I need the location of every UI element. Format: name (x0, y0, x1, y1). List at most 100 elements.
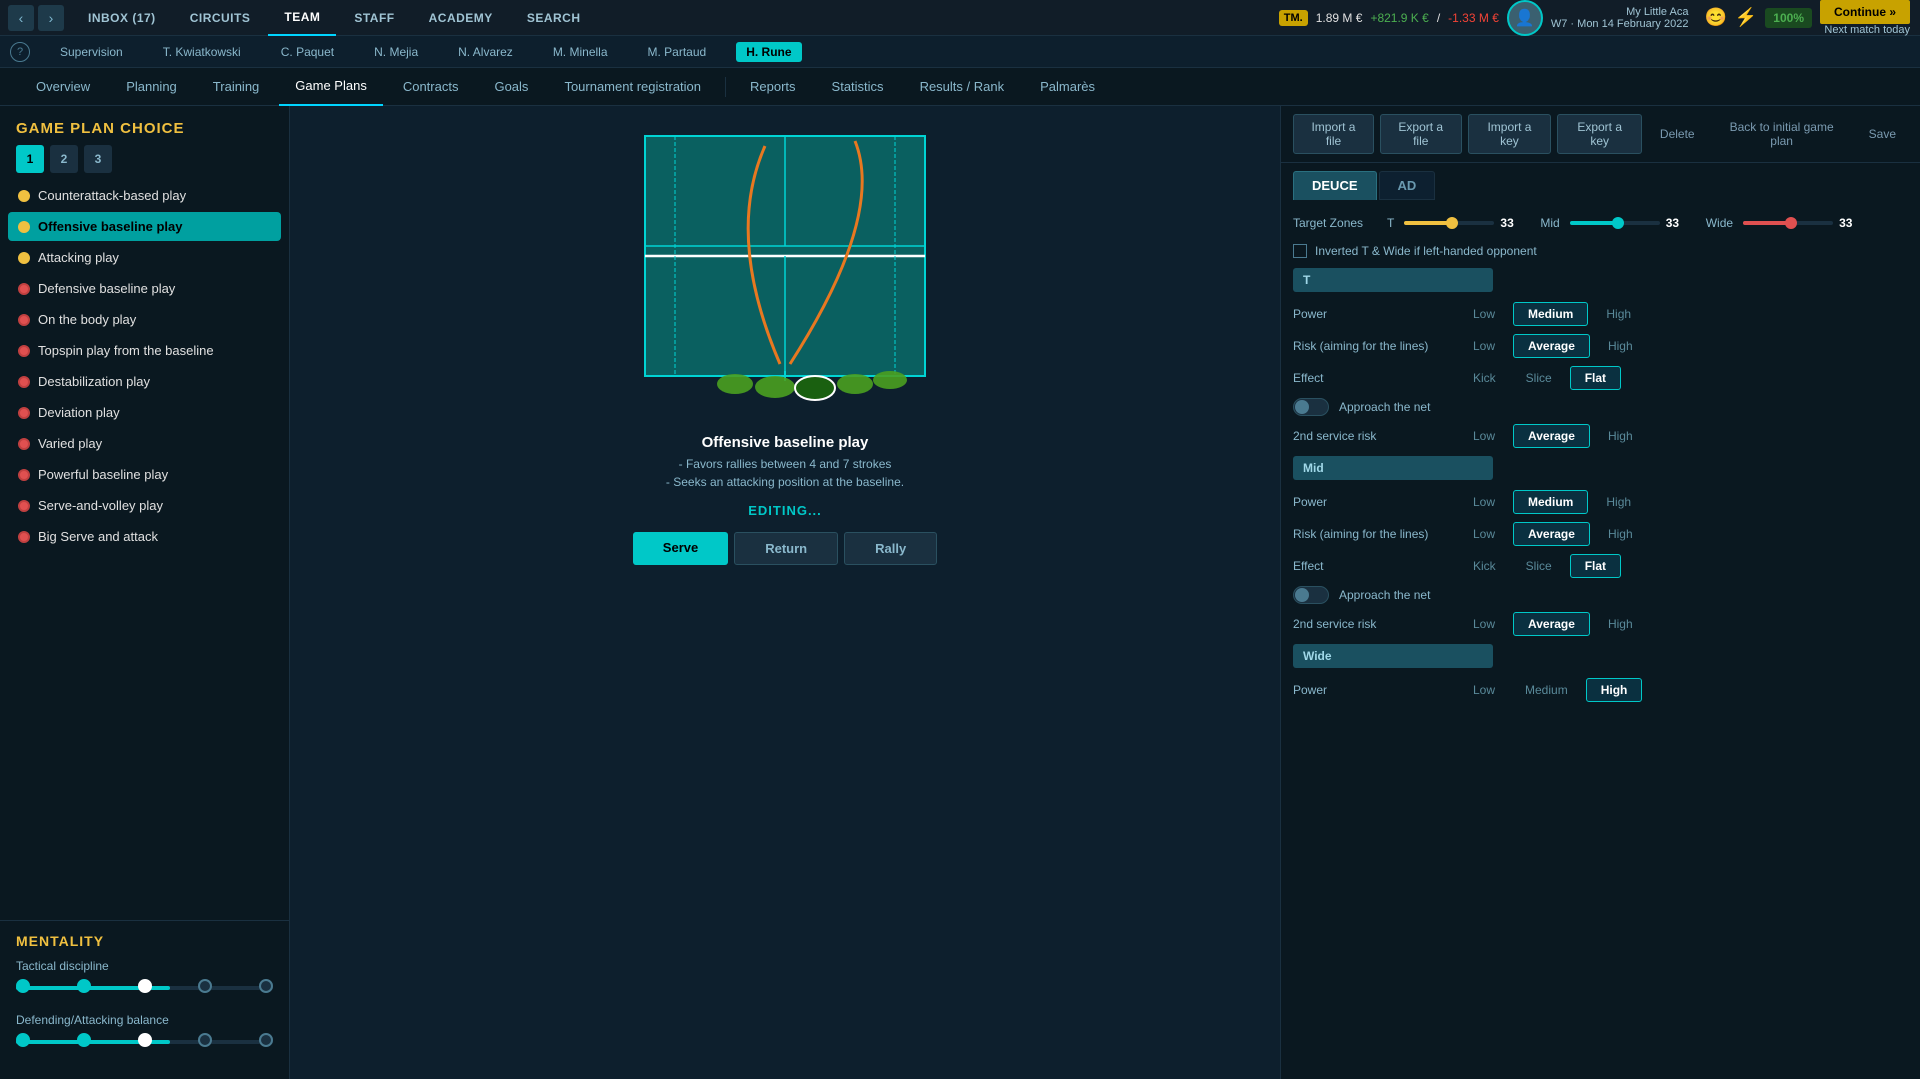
deuce-tab[interactable]: DEUCE (1293, 171, 1377, 200)
zone-t-power-low[interactable]: Low (1461, 303, 1507, 325)
tz-t-slider[interactable] (1404, 221, 1494, 225)
help-icon[interactable]: ? (10, 42, 30, 62)
zone-t-power-high[interactable]: High (1594, 303, 1643, 325)
nav-game-plans[interactable]: Game Plans (279, 68, 383, 106)
nav-planning[interactable]: Planning (110, 68, 193, 106)
zone-mid-risk-low[interactable]: Low (1461, 523, 1507, 545)
tz-wide-slider[interactable] (1743, 221, 1833, 225)
play-item-body[interactable]: On the body play (8, 305, 281, 334)
zone-mid-risk-average[interactable]: Average (1513, 522, 1590, 546)
top-nav-circuits[interactable]: CIRCUITS (174, 0, 267, 36)
play-item-topspin[interactable]: Topspin play from the baseline (8, 336, 281, 365)
staff-kwiatkowski[interactable]: T. Kwiatkowski (153, 45, 251, 59)
staff-paquet[interactable]: C. Paquet (271, 45, 344, 59)
player-avatar: 👤 (1507, 0, 1543, 36)
zone-t-2nd-risk-high[interactable]: High (1596, 425, 1645, 447)
staff-alvarez[interactable]: N. Alvarez (448, 45, 523, 59)
export-key-button[interactable]: Export a key (1557, 114, 1641, 154)
nav-goals[interactable]: Goals (478, 68, 544, 106)
play-item-defensive-baseline[interactable]: Defensive baseline play (8, 274, 281, 303)
play-item-deviation[interactable]: Deviation play (8, 398, 281, 427)
play-item-serve-volley[interactable]: Serve-and-volley play (8, 491, 281, 520)
zone-mid-power-high[interactable]: High (1594, 491, 1643, 513)
staff-supervision[interactable]: Supervision (50, 45, 133, 59)
export-file-button[interactable]: Export a file (1380, 114, 1462, 154)
nav-palmares[interactable]: Palmarès (1024, 68, 1111, 106)
zone-t-risk-low[interactable]: Low (1461, 335, 1507, 357)
zone-t-risk-average[interactable]: Average (1513, 334, 1590, 358)
play-item-destabilization[interactable]: Destabilization play (8, 367, 281, 396)
zone-wide-power-high[interactable]: High (1586, 678, 1643, 702)
zone-t-approach-toggle[interactable] (1293, 398, 1329, 416)
right-content: Target Zones T 33 Mid (1281, 200, 1920, 1079)
import-key-button[interactable]: Import a key (1468, 114, 1552, 154)
zone-t-2nd-risk-average[interactable]: Average (1513, 424, 1590, 448)
zone-t-2nd-risk-low[interactable]: Low (1461, 425, 1507, 447)
tz-t-label: T (1387, 216, 1394, 230)
zone-mid-approach-toggle[interactable] (1293, 586, 1329, 604)
play-item-powerful[interactable]: Powerful baseline play (8, 460, 281, 489)
defending-slider[interactable] (16, 1033, 273, 1053)
staff-rune[interactable]: H. Rune (736, 42, 801, 62)
zone-wide-power-low[interactable]: Low (1461, 679, 1507, 701)
zone-mid-effect-flat[interactable]: Flat (1570, 554, 1621, 578)
nav-results-rank[interactable]: Results / Rank (904, 68, 1021, 106)
plan-tab-3[interactable]: 3 (84, 145, 112, 173)
inverted-checkbox-row: Inverted T & Wide if left-handed opponen… (1293, 244, 1908, 258)
zone-mid-2nd-risk-average[interactable]: Average (1513, 612, 1590, 636)
play-name-counterattack: Counterattack-based play (38, 188, 186, 203)
inverted-checkbox[interactable] (1293, 244, 1307, 258)
zone-mid-2nd-risk-high[interactable]: High (1596, 613, 1645, 635)
play-item-attacking[interactable]: Attacking play (8, 243, 281, 272)
percent-badge: 100% (1765, 8, 1812, 28)
nav-overview[interactable]: Overview (20, 68, 106, 106)
zone-mid-power-medium[interactable]: Medium (1513, 490, 1588, 514)
play-item-offensive-baseline[interactable]: Offensive baseline play (8, 212, 281, 241)
rally-tab[interactable]: Rally (844, 532, 937, 565)
play-item-big-serve[interactable]: Big Serve and attack (8, 522, 281, 551)
top-nav-team[interactable]: TEAM (268, 0, 336, 36)
zone-t-effect-kick[interactable]: Kick (1461, 367, 1508, 389)
return-tab[interactable]: Return (734, 532, 838, 565)
plan-tab-2[interactable]: 2 (50, 145, 78, 173)
zone-mid-power-label: Power (1293, 495, 1453, 509)
serve-tab[interactable]: Serve (633, 532, 728, 565)
tactical-slider[interactable] (16, 979, 273, 999)
zone-mid-effect-slice[interactable]: Slice (1514, 555, 1564, 577)
zone-t-effect-slice[interactable]: Slice (1514, 367, 1564, 389)
staff-mejia[interactable]: N. Mejia (364, 45, 428, 59)
staff-minella[interactable]: M. Minella (543, 45, 618, 59)
play-dot-defensive (18, 283, 30, 295)
top-nav-staff[interactable]: STAFF (338, 0, 410, 36)
ad-tab[interactable]: AD (1379, 171, 1436, 200)
import-file-button[interactable]: Import a file (1293, 114, 1374, 154)
week-day: W7 · Mon 14 February 2022 (1551, 18, 1689, 30)
nav-reports[interactable]: Reports (734, 68, 812, 106)
tz-mid-slider[interactable] (1570, 221, 1660, 225)
play-item-counterattack[interactable]: Counterattack-based play (8, 181, 281, 210)
nav-statistics[interactable]: Statistics (816, 68, 900, 106)
nav-back-button[interactable]: ‹ (8, 5, 34, 31)
plan-tab-1[interactable]: 1 (16, 145, 44, 173)
zone-t-effect-choices: Kick Slice Flat (1461, 366, 1908, 390)
nav-training[interactable]: Training (197, 68, 275, 106)
top-nav-inbox[interactable]: INBOX (17) (72, 0, 172, 36)
top-nav-academy[interactable]: ACADEMY (413, 0, 509, 36)
play-item-varied[interactable]: Varied play (8, 429, 281, 458)
nav-forward-button[interactable]: › (38, 5, 64, 31)
nav-contracts[interactable]: Contracts (387, 68, 475, 106)
continue-button[interactable]: Continue » (1820, 0, 1910, 24)
zone-t-effect-flat[interactable]: Flat (1570, 366, 1621, 390)
zone-mid-power-low[interactable]: Low (1461, 491, 1507, 513)
delete-button[interactable]: Delete (1648, 122, 1707, 146)
zone-mid-risk-high[interactable]: High (1596, 523, 1645, 545)
nav-tournament-reg[interactable]: Tournament registration (548, 68, 717, 106)
zone-t-risk-high[interactable]: High (1596, 335, 1645, 357)
staff-partaud[interactable]: M. Partaud (638, 45, 717, 59)
zone-mid-effect-kick[interactable]: Kick (1461, 555, 1508, 577)
top-nav-search[interactable]: SEARCH (511, 0, 597, 36)
zone-t-power-medium[interactable]: Medium (1513, 302, 1588, 326)
save-button[interactable]: Save (1857, 122, 1908, 146)
back-to-initial-button[interactable]: Back to initial game plan (1713, 115, 1851, 153)
zone-mid-2nd-risk-low[interactable]: Low (1461, 613, 1507, 635)
